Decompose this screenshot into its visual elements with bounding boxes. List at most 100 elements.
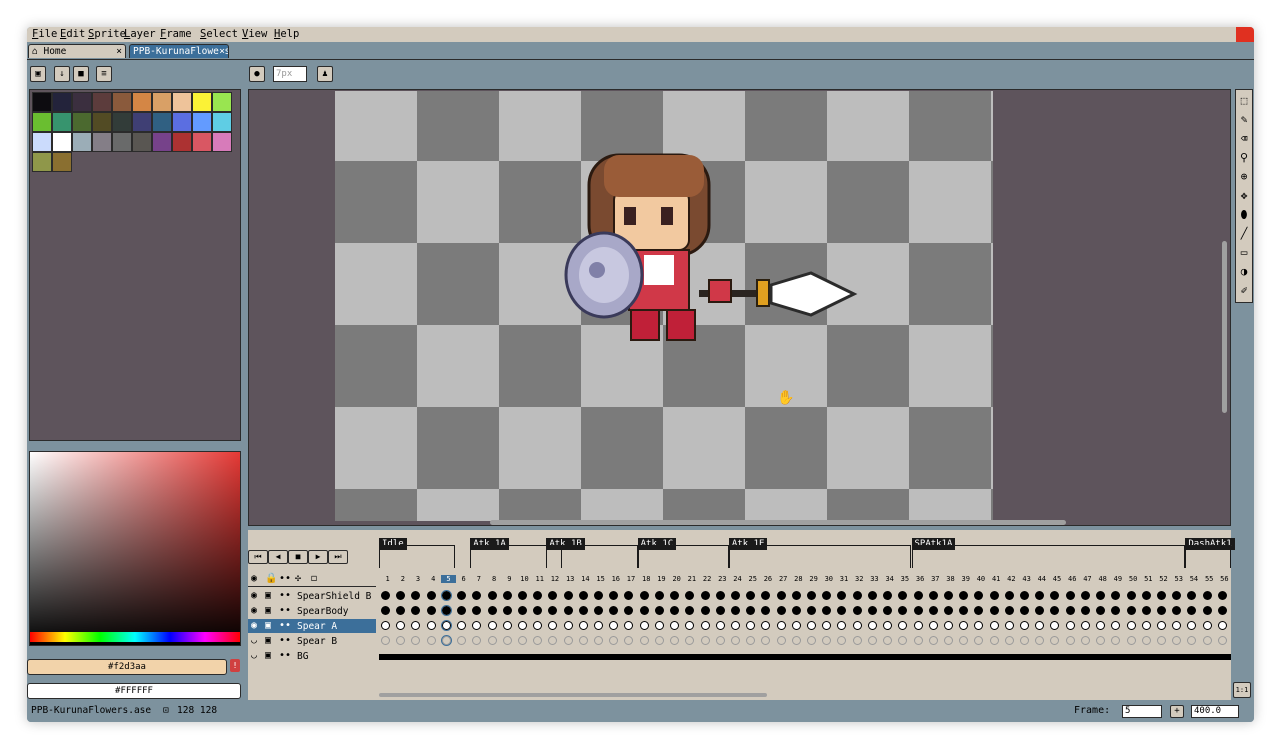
cel[interactable]: [654, 636, 664, 645]
frame-number[interactable]: 39: [958, 575, 973, 583]
frame-number[interactable]: 49: [1110, 575, 1125, 583]
menu-select[interactable]: Select: [200, 28, 238, 40]
cel[interactable]: [1141, 606, 1151, 615]
frame-number[interactable]: 38: [943, 575, 958, 583]
palette-swatch[interactable]: [52, 112, 72, 132]
cel[interactable]: [578, 621, 588, 630]
cel[interactable]: [761, 636, 771, 645]
cel[interactable]: [837, 621, 847, 630]
cel[interactable]: [548, 606, 558, 615]
cel[interactable]: [1050, 606, 1060, 615]
cel[interactable]: [974, 621, 984, 630]
cel[interactable]: [457, 636, 467, 645]
cel[interactable]: [578, 606, 588, 615]
cel[interactable]: [928, 636, 938, 645]
cel[interactable]: [776, 636, 786, 645]
palette-swatch[interactable]: [72, 92, 92, 112]
fill-icon[interactable]: ⬮: [1237, 206, 1251, 223]
down-arrow-icon[interactable]: ↓: [54, 66, 70, 82]
continuous-icon[interactable]: ••: [279, 635, 291, 646]
cel[interactable]: [898, 636, 908, 645]
cel[interactable]: [715, 621, 725, 630]
frame-number[interactable]: 14: [578, 575, 593, 583]
cel[interactable]: [1035, 636, 1045, 645]
cel[interactable]: [959, 636, 969, 645]
cel[interactable]: [563, 591, 573, 600]
move-icon[interactable]: ✥: [1237, 187, 1251, 204]
menu-sprite[interactable]: Sprite: [88, 28, 126, 40]
cel[interactable]: [517, 621, 527, 630]
hue-slider[interactable]: [30, 632, 240, 642]
cel[interactable]: [791, 621, 801, 630]
cel[interactable]: [533, 591, 543, 600]
layer-cels[interactable]: [379, 590, 1231, 602]
palette-swatch[interactable]: [192, 132, 212, 152]
cel[interactable]: [867, 591, 877, 600]
cel[interactable]: [533, 621, 543, 630]
palette-swatch[interactable]: [152, 92, 172, 112]
color-spectrum[interactable]: [29, 451, 241, 646]
palette-swatch[interactable]: [152, 132, 172, 152]
rect-select-icon[interactable]: ⬚: [1237, 92, 1251, 109]
frame-number[interactable]: 13: [563, 575, 578, 583]
layer-row[interactable]: ◉ ▣ •• SpearShield B: [248, 588, 1231, 603]
cel[interactable]: [1004, 621, 1014, 630]
palette-swatch[interactable]: [112, 112, 132, 132]
cel[interactable]: [898, 606, 908, 615]
cel[interactable]: [761, 606, 771, 615]
cel[interactable]: [1004, 636, 1014, 645]
frame-number[interactable]: 34: [882, 575, 897, 583]
cel[interactable]: [974, 606, 984, 615]
cel[interactable]: [928, 606, 938, 615]
cel[interactable]: [807, 636, 816, 645]
eye-icon[interactable]: ◉: [251, 590, 257, 601]
cel[interactable]: [426, 591, 436, 600]
cel[interactable]: [1080, 621, 1090, 630]
palette-swatch[interactable]: [132, 112, 152, 132]
cel[interactable]: [746, 621, 756, 630]
add-frame-icon[interactable]: +: [1170, 705, 1184, 718]
cel[interactable]: [867, 636, 877, 645]
menu-layer[interactable]: Layer: [124, 28, 156, 40]
palette-swatch[interactable]: [212, 92, 232, 112]
cel[interactable]: [715, 606, 725, 615]
cel[interactable]: [852, 606, 862, 615]
cel[interactable]: [974, 591, 984, 600]
frame-input[interactable]: 5: [1122, 705, 1162, 718]
frame-number[interactable]: 5: [440, 575, 457, 583]
cel[interactable]: [913, 591, 923, 600]
layer-cels[interactable]: [379, 635, 1231, 647]
frame-number[interactable]: 50: [1126, 575, 1141, 583]
tab-close-icon[interactable]: ×: [219, 45, 225, 58]
cel[interactable]: [1080, 591, 1090, 600]
cel[interactable]: [609, 606, 619, 615]
frame-number[interactable]: 54: [1186, 575, 1201, 583]
cel[interactable]: [685, 621, 695, 630]
cel[interactable]: [487, 606, 497, 615]
layer-cels[interactable]: [379, 605, 1231, 617]
cel[interactable]: [563, 636, 573, 645]
layer-header-cell[interactable]: ◉ ▣ •• SpearShield B: [248, 589, 376, 603]
cel[interactable]: [639, 621, 649, 630]
cel[interactable]: [472, 636, 482, 645]
continuous-icon[interactable]: ••: [279, 620, 291, 631]
primary-color-field[interactable]: #f2d3aa: [27, 659, 227, 675]
frame-number[interactable]: 27: [776, 575, 791, 583]
cel[interactable]: [746, 636, 756, 645]
palette-swatch[interactable]: [212, 132, 232, 152]
cel[interactable]: [1187, 591, 1197, 600]
frame-number[interactable]: 20: [669, 575, 684, 583]
cel[interactable]: [1065, 621, 1075, 630]
cel[interactable]: [563, 606, 573, 615]
zoom-input[interactable]: 400.0: [1191, 705, 1239, 718]
layer-header-cell[interactable]: ◉ ▣ •• Spear A: [248, 619, 376, 633]
cel[interactable]: [624, 636, 634, 645]
cel[interactable]: [730, 636, 740, 645]
cel[interactable]: [1172, 591, 1182, 600]
cel[interactable]: [943, 621, 953, 630]
layer-row[interactable]: ◉ ▣ •• SpearBody: [248, 603, 1231, 618]
cel[interactable]: [578, 591, 588, 600]
cel[interactable]: [685, 606, 695, 615]
lock-icon[interactable]: ▣: [265, 635, 271, 646]
layer-name[interactable]: SpearBody: [297, 606, 348, 617]
